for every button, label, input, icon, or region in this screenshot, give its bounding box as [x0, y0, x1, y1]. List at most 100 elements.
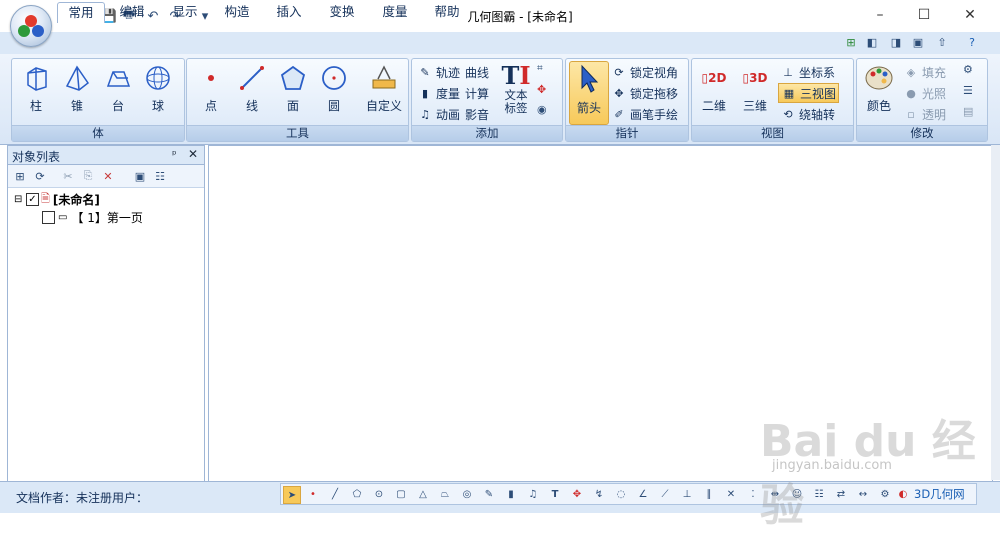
document-author-text: 文档作者：未注册用户：: [16, 491, 149, 505]
tab-transform[interactable]: 变换: [321, 2, 363, 22]
tab-display[interactable]: 显示: [164, 2, 206, 22]
gear-icon[interactable]: ⚙: [963, 63, 979, 79]
measure-button[interactable]: ▮ 度量: [417, 84, 460, 102]
tab-help[interactable]: 帮助: [426, 2, 468, 22]
pin-icon[interactable]: ᵖ: [172, 148, 177, 161]
delete-icon[interactable]: ✕: [100, 168, 116, 184]
transparency-icon: ▫: [907, 107, 915, 121]
circle-tool-button[interactable]: 圆: [316, 63, 352, 121]
window-layout-icon[interactable]: ▣: [910, 34, 926, 50]
point-tool-icon[interactable]: •: [305, 486, 321, 502]
circle-tool-icon[interactable]: ⊙: [371, 486, 387, 502]
arrow-tool-icon[interactable]: ➤: [283, 486, 301, 504]
sphere-tool-icon[interactable]: ◎: [459, 486, 475, 502]
maximize-button[interactable]: ☐: [902, 2, 946, 28]
line-tool-button[interactable]: 线: [234, 63, 270, 121]
tree-root[interactable]: ⊟ ✓ 🗎 [未命名]: [14, 190, 199, 208]
prism-tool-icon[interactable]: ▢: [393, 486, 409, 502]
layer-icon[interactable]: ▤: [963, 105, 979, 121]
eye-icon[interactable]: ◉: [537, 103, 553, 119]
tab-measure[interactable]: 度量: [374, 2, 416, 22]
prev-page-icon[interactable]: ◧: [864, 34, 880, 50]
minimize-button[interactable]: –: [858, 2, 902, 28]
animation-tool-icon[interactable]: ♫: [525, 486, 541, 502]
cut-icon[interactable]: ✂: [60, 168, 76, 184]
pyramid-tool-icon[interactable]: △: [415, 486, 431, 502]
frustum-button[interactable]: 台: [100, 63, 136, 121]
2d-view-label: 二维: [701, 99, 726, 113]
prism-button[interactable]: 柱: [18, 63, 54, 121]
frustum-tool-icon[interactable]: ⏢: [437, 486, 453, 502]
tab-construct[interactable]: 构造: [216, 2, 258, 22]
ribbon-group-view: ▯2D 二维 ▯3D 三维 ⊥ 坐标系 ▦ 三视图 ⟲ 绕轴转 视图: [691, 58, 854, 142]
arrow-tool-button[interactable]: 箭头: [569, 61, 609, 125]
plot-tool-icon[interactable]: ✥: [569, 486, 585, 502]
xyz-coord-icon[interactable]: ⌗: [537, 63, 553, 79]
next-page-icon[interactable]: ◨: [888, 34, 904, 50]
freehand-button[interactable]: ✐ 画笔手绘: [611, 105, 678, 123]
lock-drag-button[interactable]: ✥ 锁定拖移: [611, 84, 678, 102]
polygon-tool-button[interactable]: 面: [275, 63, 311, 121]
polygon-tool-icon[interactable]: ⬠: [349, 486, 365, 502]
help-icon[interactable]: ?: [964, 34, 980, 50]
root-checkbox[interactable]: ✓: [26, 192, 39, 206]
trace-button[interactable]: ✎ 轨迹: [417, 63, 460, 81]
ellipse-tool-icon[interactable]: ◌: [613, 486, 629, 502]
properties-icon[interactable]: ☰: [963, 84, 979, 100]
parallel-tool-icon[interactable]: ∥: [701, 486, 717, 502]
curve-button[interactable]: 曲线: [465, 63, 489, 81]
trace-tool-icon[interactable]: ✎: [481, 486, 497, 502]
app-logo-icon: [18, 15, 44, 37]
expand-all-icon[interactable]: ⊞: [12, 168, 28, 184]
three-view-button[interactable]: ▦ 三视图: [778, 83, 840, 103]
close-button[interactable]: ✕: [948, 2, 992, 28]
plot-icon[interactable]: ✥: [537, 83, 553, 99]
ribbon-group-add: ✎ 轨迹 曲线 ▮ 度量 计算 ♫ 动画 影音 TI 文本标签 ⌗ ✥ ◉ 添加: [411, 58, 563, 142]
panel-close-icon[interactable]: ✕: [188, 147, 198, 161]
fill-button[interactable]: ◈ 填充: [903, 63, 946, 81]
perpendicular-tool-icon[interactable]: ⊥: [679, 486, 695, 502]
line-tool-icon[interactable]: ╱: [327, 486, 343, 502]
baidu-watermark-url: jingyan.baidu.com: [772, 458, 892, 473]
segment-tool-icon[interactable]: ⟋: [657, 486, 673, 502]
add-page-icon[interactable]: ⊞: [843, 34, 859, 50]
app-menu-button[interactable]: [10, 5, 52, 47]
select-object-icon[interactable]: ▣: [132, 168, 148, 184]
coordinate-system-button[interactable]: ⊥ 坐标系: [780, 63, 835, 81]
lighting-button[interactable]: ● 光照: [903, 84, 946, 102]
drag-tool-icon[interactable]: ↯: [591, 486, 607, 502]
calculate-button[interactable]: 计算: [465, 84, 489, 102]
2d-view-button[interactable]: ▯2D 二维: [696, 63, 732, 121]
angle-tool-icon[interactable]: ∠: [635, 486, 651, 502]
media-button[interactable]: 影音: [465, 105, 489, 123]
midpoint-tool-icon[interactable]: ⁚: [745, 486, 761, 502]
point-tool-button[interactable]: 点: [193, 63, 229, 121]
object-properties-icon[interactable]: ☷: [152, 168, 168, 184]
copy-icon[interactable]: ⎘: [80, 168, 96, 184]
custom-tool-button[interactable]: 自定义: [363, 63, 405, 121]
group-label-pointer: 指针: [566, 125, 688, 141]
animation-button[interactable]: ♫ 动画: [417, 105, 460, 123]
tab-edit[interactable]: 编辑: [111, 2, 153, 22]
tab-insert[interactable]: 插入: [268, 2, 310, 22]
tab-common[interactable]: 常用: [57, 2, 105, 23]
document-icon: 🗎: [41, 191, 50, 205]
transparency-button[interactable]: ▫ 透明: [903, 105, 946, 123]
text-label-button[interactable]: TI 文本标签: [501, 63, 531, 121]
page-checkbox[interactable]: [42, 210, 55, 224]
light-icon: ●: [906, 86, 916, 100]
intersect-tool-icon[interactable]: ✕: [723, 486, 739, 502]
pyramid-button[interactable]: 锥: [59, 63, 95, 121]
tree-page[interactable]: ▭ 【 1】第一页: [14, 208, 199, 226]
3d-view-button[interactable]: ▯3D 三维: [737, 63, 773, 121]
refresh-icon[interactable]: ⟳: [32, 168, 48, 184]
measure-tool-icon[interactable]: ▮: [503, 486, 519, 502]
rotate-axis-button[interactable]: ⟲ 绕轴转: [780, 105, 835, 123]
style-dropdown-icon[interactable]: ⇧: [934, 34, 950, 50]
text-tool-small-icon[interactable]: T: [547, 486, 563, 502]
collapse-icon[interactable]: ⊟: [14, 194, 24, 205]
prism-label: 柱: [29, 99, 42, 113]
lock-view-button[interactable]: ⟳ 锁定视角: [611, 63, 678, 81]
sphere-button[interactable]: 球: [140, 63, 176, 121]
color-button[interactable]: 颜色: [861, 63, 897, 121]
